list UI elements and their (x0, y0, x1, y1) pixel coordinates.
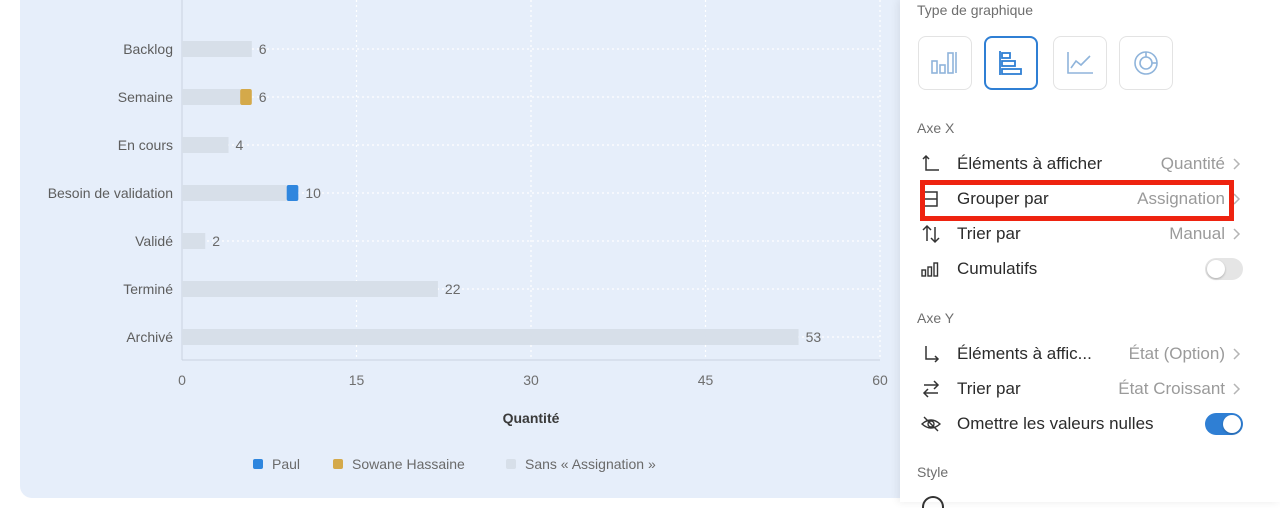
value-label: 22 (445, 281, 461, 297)
bar-segment[interactable] (182, 233, 206, 249)
value-label: 6 (259, 41, 267, 57)
axis-y-sort-label: Trier par (957, 379, 1021, 398)
vertical-bar-icon (931, 52, 957, 74)
axis-up-arrow-icon (922, 154, 939, 171)
axis-x-group-value: Assignation (1137, 189, 1225, 208)
category-label: Besoin de validation (48, 185, 173, 201)
bar-segment[interactable] (182, 89, 241, 105)
omit-null-values-toggle[interactable] (1205, 413, 1243, 435)
category-label: Archivé (126, 329, 173, 345)
axis-x-group-row[interactable]: Grouper par Assignation (917, 183, 1243, 215)
legend-label[interactable]: Sowane Hassaine (352, 456, 465, 472)
axis-y-sort-value: État Croissant (1118, 379, 1225, 398)
group-icon (923, 191, 938, 207)
axis-x-title: Axe X (917, 120, 955, 136)
sort-arrows-icon (922, 224, 940, 244)
style-title: Style (917, 464, 949, 480)
legend-swatch (506, 459, 516, 469)
toggle-knob (1223, 415, 1241, 433)
bar-segment[interactable] (240, 89, 252, 105)
axis-x-elements-value: Quantité (1160, 154, 1225, 173)
swap-arrows-icon (922, 380, 940, 398)
x-tick-label: 0 (178, 372, 186, 388)
eye-slash-icon (921, 416, 941, 432)
axis-x-elements-label: Éléments à afficher (957, 154, 1103, 173)
chevron-right-icon (1233, 383, 1241, 395)
value-label: 4 (236, 137, 244, 153)
chevron-right-icon (1233, 228, 1241, 240)
chart-type-title: Type de graphique (917, 2, 1033, 18)
horizontal-bar-icon (999, 51, 1022, 75)
toggle-knob (1207, 260, 1225, 278)
axis-y-sort-row[interactable]: Trier par État Croissant (917, 373, 1243, 405)
legend-label[interactable]: Sans « Assignation » (525, 456, 656, 472)
chevron-right-icon (1233, 193, 1241, 205)
axis-y-elements-value: État (Option) (1128, 344, 1225, 363)
axis-y-elements-row[interactable]: Éléments à affic... État (Option) (917, 338, 1243, 370)
chart-card: Backlog 6 Semaine 6 En cours 4 Besoin de valid… (20, 0, 920, 498)
line-chart-button[interactable] (1053, 36, 1107, 90)
donut-chart-icon (1134, 51, 1158, 75)
value-label: 6 (259, 89, 267, 105)
chevron-right-icon (1233, 348, 1241, 360)
bar-segment[interactable] (182, 281, 438, 297)
axis-x-sort-value: Manual (1169, 224, 1225, 243)
bar-segment[interactable] (182, 329, 799, 345)
category-label: En cours (118, 137, 173, 153)
axis-x-sort-label: Trier par (957, 224, 1021, 243)
axis-y-title: Axe Y (917, 310, 955, 326)
axis-x-cumulative-label: Cumulatifs (957, 259, 1038, 278)
category-label: Backlog (123, 41, 173, 57)
legend-label[interactable]: Paul (272, 456, 300, 472)
value-label: 10 (305, 185, 321, 201)
horizontal-bar-chart-button[interactable] (984, 36, 1038, 90)
cumulative-bars-icon (921, 262, 939, 277)
value-label: 53 (806, 329, 822, 345)
cumulative-toggle[interactable] (1205, 258, 1243, 280)
category-label: Terminé (123, 281, 173, 297)
x-tick-label: 30 (523, 372, 539, 388)
axis-y-elements-label: Éléments à affic... (957, 344, 1092, 363)
category-label: Validé (135, 233, 173, 249)
axis-x-cumulative-row: Cumulatifs (917, 253, 1243, 285)
axis-x-sort-row[interactable]: Trier par Manual (917, 218, 1243, 250)
bar-segment[interactable] (286, 185, 299, 201)
line-chart-icon (1067, 52, 1093, 74)
x-axis-title: Quantité (503, 410, 560, 426)
bar-segment[interactable] (182, 185, 287, 201)
axis-x-group-label: Grouper par (957, 189, 1049, 208)
value-label: 2 (212, 233, 220, 249)
bar-segment[interactable] (182, 41, 252, 57)
donut-chart-button[interactable] (1119, 36, 1173, 90)
vertical-bar-chart-button[interactable] (918, 36, 972, 90)
axis-right-arrow-icon (925, 346, 940, 363)
axis-y-omit-label: Omettre les valeurs nulles (957, 414, 1154, 433)
x-tick-label: 15 (349, 372, 365, 388)
bar-chart: Backlog 6 Semaine 6 En cours 4 Besoin de valid… (48, 0, 888, 472)
x-tick-label: 60 (872, 372, 888, 388)
axis-y-omit-row: Omettre les valeurs nulles (917, 408, 1243, 440)
chart-settings-panel: Type de graphique Axe X Éléments à affic… (900, 0, 1280, 502)
x-tick-label: 45 (698, 372, 714, 388)
axis-x-elements-row[interactable]: Éléments à afficher Quantité (917, 148, 1243, 180)
bar-segment[interactable] (182, 137, 229, 153)
chevron-right-icon (1233, 158, 1241, 170)
category-label: Semaine (118, 89, 173, 105)
legend-swatch (333, 459, 343, 469)
legend-swatch (253, 459, 263, 469)
